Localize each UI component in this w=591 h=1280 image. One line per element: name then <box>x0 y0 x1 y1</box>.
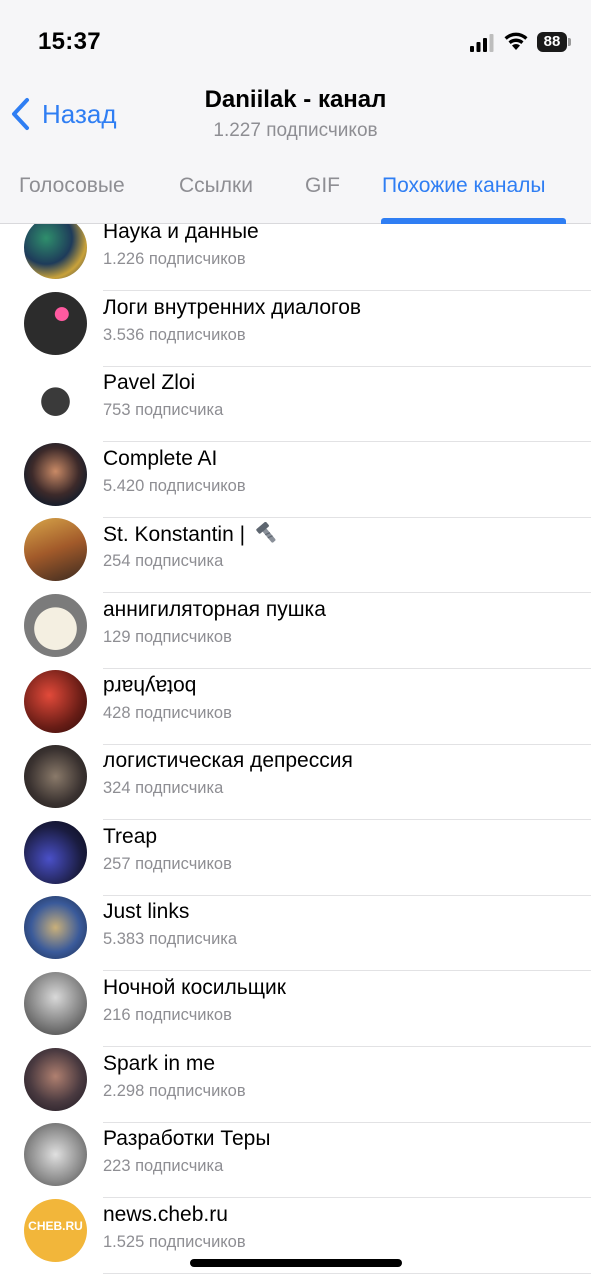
channel-row[interactable]: Логи внутренних диалогов 3.536 подписчико… <box>0 291 591 368</box>
channel-subscribers: 129 подписчиков <box>103 628 232 646</box>
channel-row[interactable]: Spark in me 2.298 подписчиков <box>0 1047 591 1124</box>
channel-subscribers: 5.420 подписчиков <box>103 476 246 495</box>
channel-avatar <box>24 896 87 960</box>
channel-row[interactable]: Just links 5.383 подписчика <box>0 896 591 972</box>
channel-subscribers: 2.298 подписчиков <box>103 1081 246 1100</box>
channel-avatar <box>24 972 87 1035</box>
battery-icon: 88 <box>537 32 571 52</box>
channel-avatar <box>24 745 87 809</box>
nav-header: 15:37 88 Назад Daniilak - канал 1.227 по… <box>0 0 591 224</box>
channel-subscribers: 254 подписчика <box>103 552 224 571</box>
channel-row[interactable]: Pavel Zloi 753 подписчика <box>0 367 591 443</box>
avatar-label: CHEB.RU <box>28 1218 83 1233</box>
tab-gif[interactable]: GIF <box>305 174 340 198</box>
channel-subscribers: 223 подписчика <box>103 1157 224 1176</box>
battery-level: 88 <box>537 32 567 52</box>
channel-row[interactable]: Наука и данные 1.226 подписчиков <box>0 224 591 292</box>
channel-name: Pavel Zloi <box>103 371 196 395</box>
channel-avatar <box>24 1047 87 1111</box>
channel-name: St. Konstantin | <box>103 522 281 548</box>
channel-name: Treap <box>103 824 158 848</box>
channel-name: botayhard <box>103 674 197 698</box>
page-title: Daniilak - канал <box>204 86 387 113</box>
channel-avatar <box>24 820 87 884</box>
channel-row[interactable]: botayhard 428 подписчиков <box>0 669 591 746</box>
channel-avatar <box>24 442 87 506</box>
channel-name: аннигиляторная пушка <box>103 598 326 621</box>
channel-subscribers: 753 подписчика <box>103 401 224 420</box>
channel-subscribers: 3.536 подписчиков <box>103 325 246 344</box>
channel-name: Логи внутренних диалогов <box>103 295 362 319</box>
channel-subscribers: 428 подписчиков <box>103 703 232 722</box>
channel-row[interactable]: логистическая депрессия 324 подписчика <box>0 745 591 821</box>
channel-avatar <box>24 518 87 582</box>
channel-row[interactable]: аннигиляторная пушка 129 подписчиков <box>0 594 591 670</box>
channel-avatar <box>24 367 87 431</box>
channel-subscribers: 257 подписчиков <box>103 854 232 873</box>
signal-icon <box>470 34 494 52</box>
channel-avatar <box>24 1123 87 1187</box>
channel-name: Spark in me <box>103 1051 216 1075</box>
channel-name: Ночной косильщик <box>103 976 286 999</box>
tab-links[interactable]: Ссылки <box>179 174 253 198</box>
home-indicator <box>190 1259 402 1267</box>
channel-name: Разработки Теры <box>103 1127 271 1151</box>
channel-subscribers: 216 подписчиков <box>103 1006 232 1024</box>
channel-subscribers: 5.383 подписчика <box>103 930 238 949</box>
channel-name: Just links <box>103 900 190 924</box>
status-time: 15:37 <box>38 28 101 55</box>
channel-subscribers: 1.525 подписчиков <box>103 1232 246 1251</box>
channel-row[interactable]: Treap 257 подписчиков <box>0 820 591 897</box>
channel-name: Наука и данные <box>103 224 259 243</box>
channel-subscribers: 1.226 подписчиков <box>103 250 246 268</box>
channel-row[interactable]: Разработки Теры 223 подписчика <box>0 1123 591 1199</box>
channel-name: логистическая депрессия <box>103 749 353 773</box>
channel-row[interactable]: Complete AI 5.420 подписчиков <box>0 442 591 519</box>
subscriber-count: 1.227 подписчиков <box>213 120 378 141</box>
channel-row[interactable]: Ночной косильщик 216 подписчиков <box>0 972 591 1048</box>
channel-avatar <box>24 669 87 733</box>
row-divider <box>103 1272 591 1274</box>
channel-avatar <box>24 594 87 657</box>
tab-similar-channels[interactable]: Похожие каналы <box>382 174 546 198</box>
channel-list: Наука и данные 1.226 подписчиков Логи внут… <box>0 224 591 1280</box>
channel-row[interactable]: St. Konstantin | 254 подписчика <box>0 518 591 594</box>
channel-avatar <box>24 224 87 279</box>
channel-subscribers: 324 подписчика <box>103 779 224 798</box>
bolt-icon <box>256 522 276 543</box>
channel-avatar: CHEB.RU <box>24 1198 87 1262</box>
tab-voice[interactable]: Голосовые <box>19 174 125 198</box>
wifi-icon <box>504 32 528 50</box>
channel-avatar <box>24 291 87 355</box>
channel-name: Complete AI <box>103 446 218 470</box>
channel-name: news.cheb.ru <box>103 1202 228 1226</box>
